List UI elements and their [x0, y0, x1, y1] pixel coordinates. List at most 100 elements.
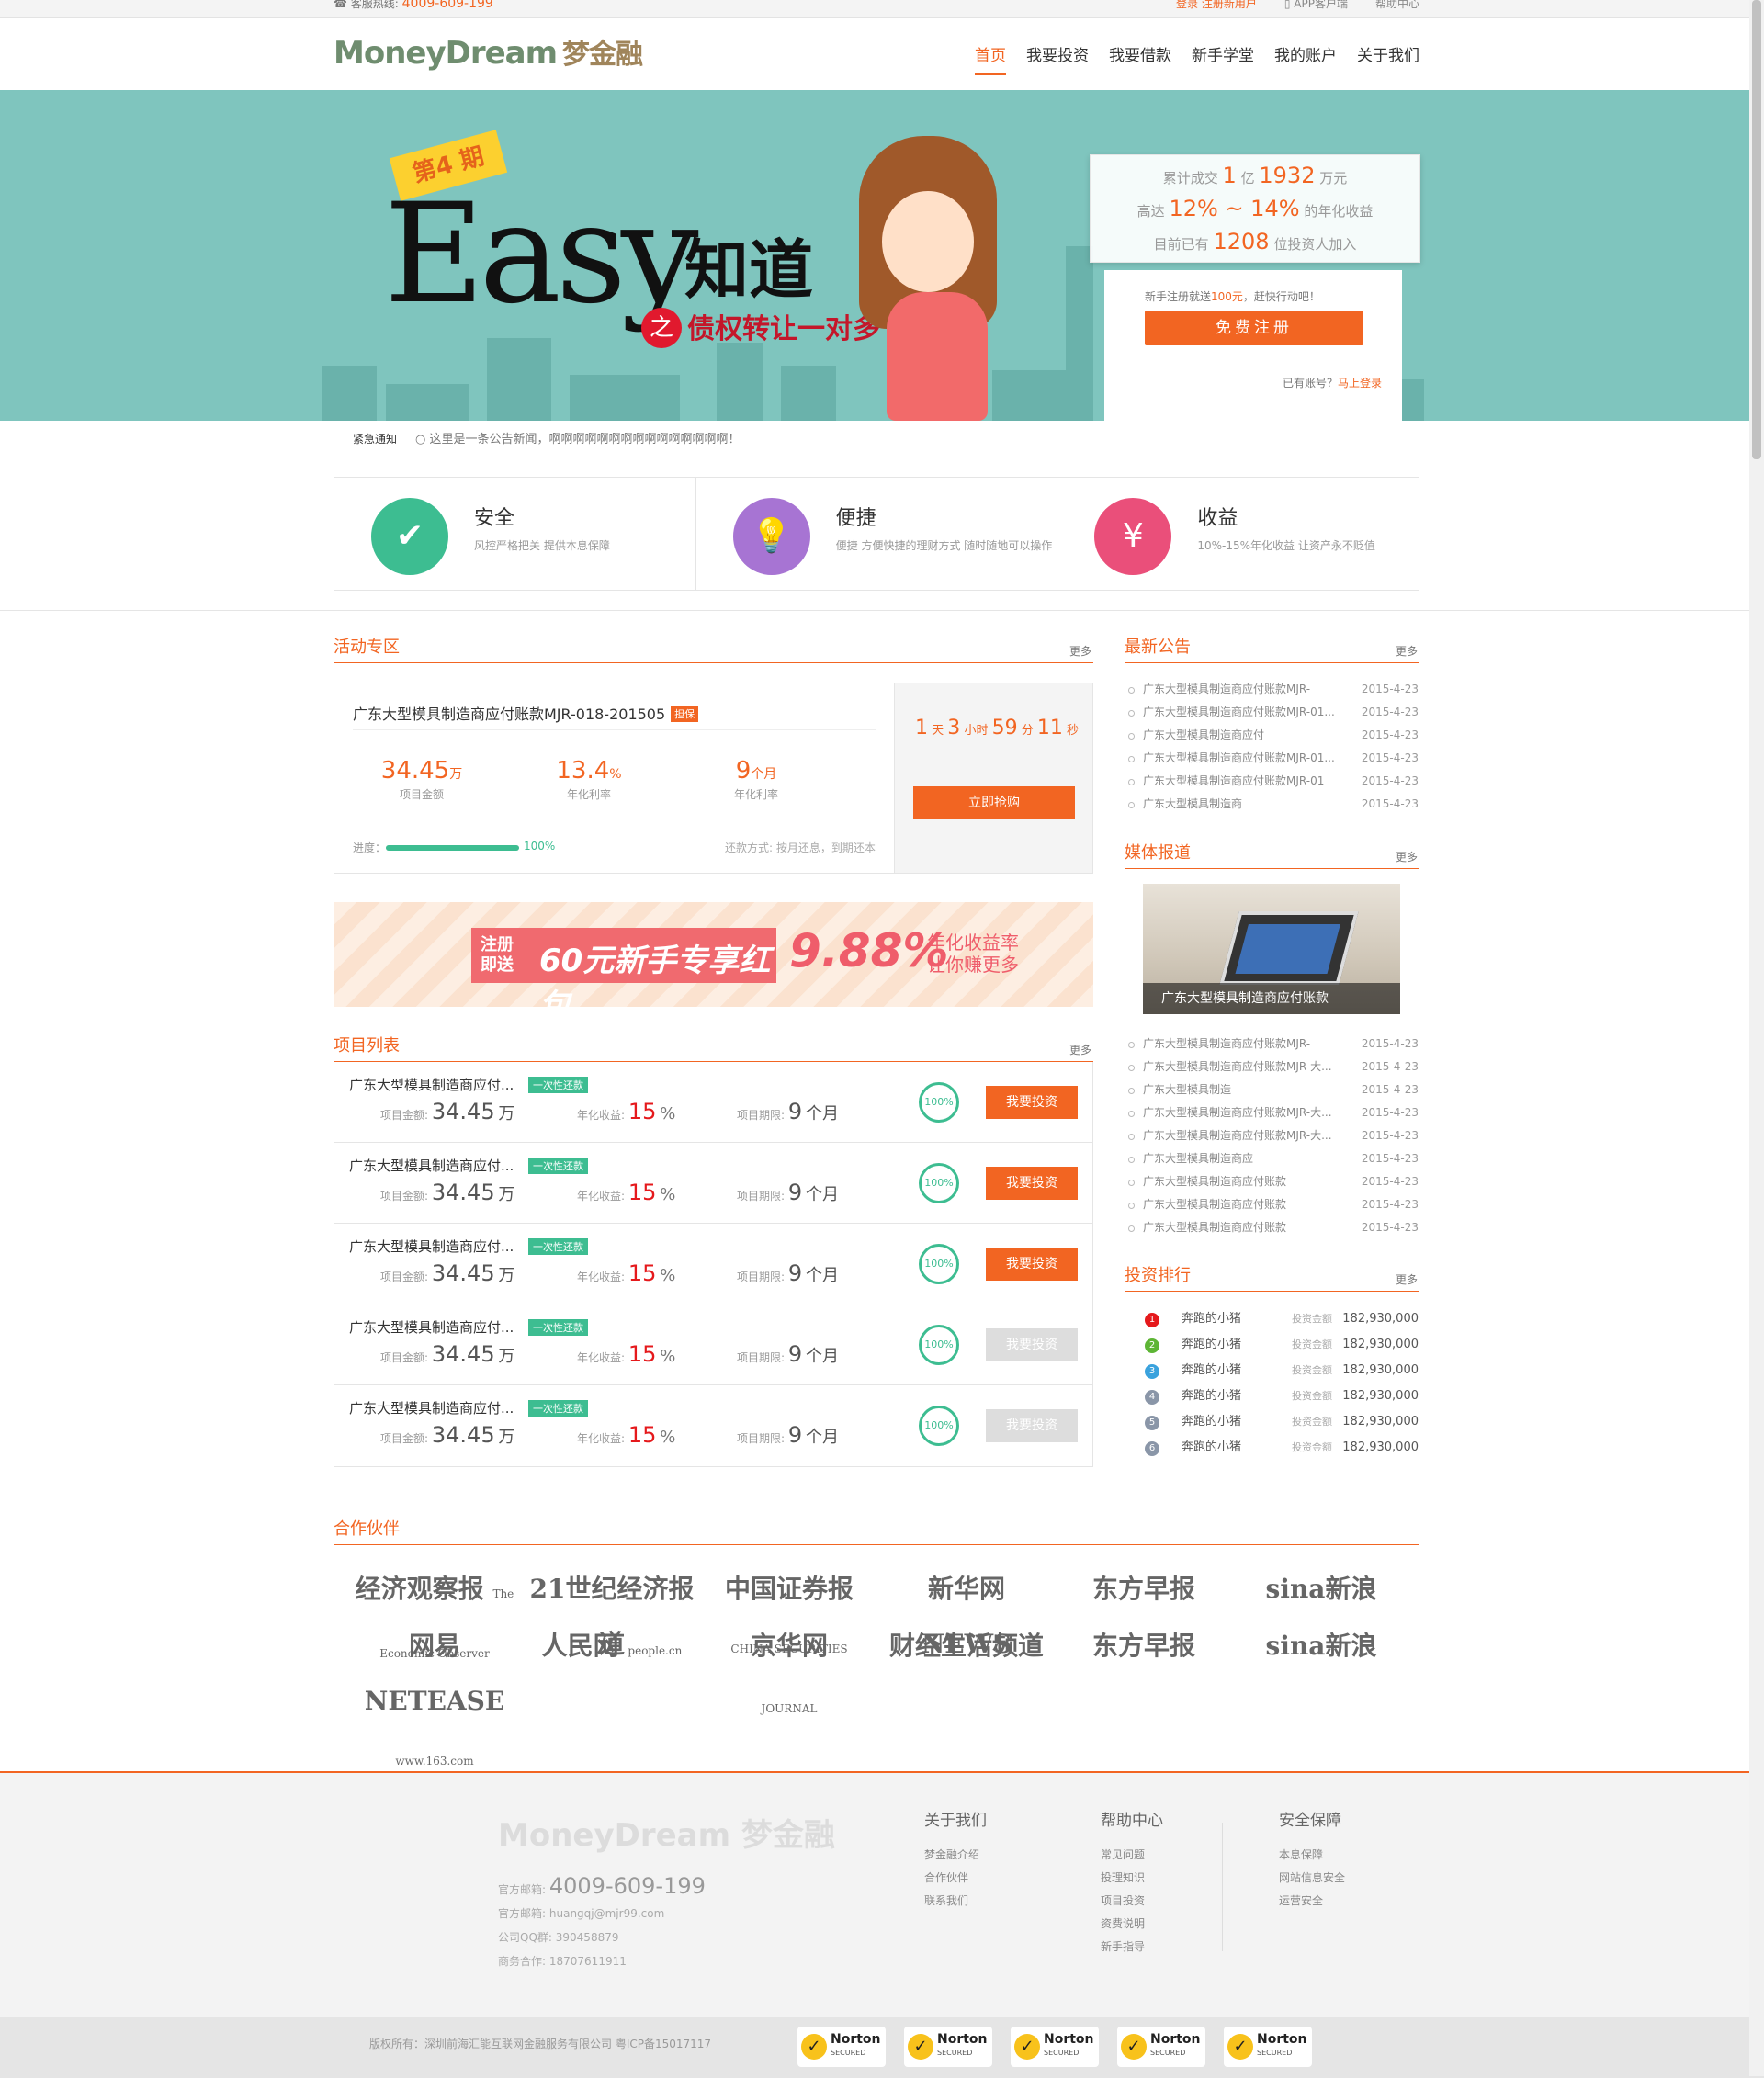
project-more-link[interactable]: 更多 — [1069, 1042, 1091, 1057]
login-link[interactable]: 登录 — [1176, 0, 1198, 10]
announcement-list: 广东大型模具制造商应付账款MJR- 2015-4-23 广东大型模具制造商应付账款M… — [1125, 678, 1419, 816]
news-item[interactable]: 广东大型模具制造商应付 2015-4-23 — [1125, 724, 1419, 747]
partner-logo[interactable]: 京华网 — [707, 1619, 872, 1674]
project-name[interactable]: 广东大型模具制造商应付... — [349, 1156, 514, 1175]
partner-logo[interactable]: 东方早报 — [1061, 1562, 1227, 1617]
partner-logo[interactable]: 财经生活频道 — [884, 1619, 1049, 1674]
footer-link[interactable]: 梦金融介绍 — [924, 1848, 979, 1861]
invest-button[interactable]: 我要投资 — [986, 1248, 1078, 1281]
partner-logo[interactable]: 21世纪经济报道 — [529, 1562, 695, 1659]
project-section-head: 项目列表 更多 — [334, 1033, 1093, 1062]
norton-secured-badge[interactable]: ✓ Norton SECURED — [904, 2027, 992, 2067]
progress-ring: 100% — [919, 1325, 959, 1365]
partner-logo[interactable]: 新华网 NEWS — [884, 1562, 1049, 1659]
footer-link[interactable]: 本息保障 — [1279, 1848, 1323, 1861]
banner-title-en: Easy — [384, 175, 699, 334]
ranking-more-link[interactable]: 更多 — [1396, 1271, 1418, 1287]
news-item[interactable]: 广东大型模具制造商应 2015-4-23 — [1125, 1147, 1419, 1170]
norton-secured-badge[interactable]: ✓ Norton SECURED — [797, 2027, 886, 2067]
project-name[interactable]: 广东大型模具制造商应付... — [349, 1317, 514, 1337]
logo[interactable]: MoneyDream 梦金融 — [334, 31, 643, 72]
activity-more-link[interactable]: 更多 — [1069, 643, 1091, 659]
news-item[interactable]: 广东大型模具制造商应付账款 2015-4-23 — [1125, 1216, 1419, 1239]
nav-home[interactable]: 首页 — [975, 42, 1006, 75]
media-more-link[interactable]: 更多 — [1396, 849, 1418, 864]
buy-now-button[interactable]: 立即抢购 — [913, 786, 1075, 819]
partner-logo[interactable]: 人民网 people.cn — [529, 1619, 695, 1674]
news-item[interactable]: 广东大型模具制造商应付账款MJR-01... 2015-4-23 — [1125, 701, 1419, 724]
login-now-link[interactable]: 马上登录 — [1338, 377, 1382, 390]
footer-link[interactable]: 资费说明 — [1101, 1917, 1145, 1930]
nav-borrow[interactable]: 我要借款 — [1109, 42, 1171, 75]
partners-section-head: 合作伙伴 — [334, 1516, 1419, 1545]
partner-logo[interactable]: 网易 NETEASE www.163.com — [352, 1619, 517, 1767]
partner-logo[interactable]: sina新浪 — [1238, 1562, 1404, 1617]
invest-button[interactable]: 我要投资 — [986, 1409, 1078, 1442]
news-item[interactable]: 广东大型模具制造商 2015-4-23 — [1125, 793, 1419, 816]
norton-secured-badge[interactable]: ✓ Norton SECURED — [1011, 2027, 1099, 2067]
nav-invest[interactable]: 我要投资 — [1026, 42, 1089, 75]
countdown-timer: 1 天 3 小时 59 分 11 秒 — [915, 717, 1080, 740]
urgent-notice: 紧急通知 ○ 这里是一条公告新闻，啊啊啊啊啊啊啊啊啊啊啊啊啊啊啊！ — [334, 421, 1419, 457]
footer-link[interactable]: 合作伙伴 — [924, 1871, 968, 1884]
media-feature-image[interactable]: 广东大型模具制造商应付账款 — [1143, 884, 1400, 1014]
scrollbar[interactable] — [1749, 0, 1764, 2076]
project-name[interactable]: 广东大型模具制造商应付... — [349, 1398, 514, 1417]
news-item[interactable]: 广东大型模具制造商应付账款MJR-01... 2015-4-23 — [1125, 747, 1419, 770]
invest-button[interactable]: 我要投资 — [986, 1086, 1078, 1119]
promo-banner[interactable]: 注册 即送 60元新手专享红包 9.88% 年化收益率 让你赚更多 — [334, 902, 1093, 1007]
news-item[interactable]: 广东大型模具制造商应付账款MJR-01 2015-4-23 — [1125, 770, 1419, 793]
footer-link[interactable]: 常见问题 — [1101, 1848, 1145, 1861]
news-item[interactable]: 广东大型模具制造商应付账款MJR-大... 2015-4-23 — [1125, 1056, 1419, 1079]
footer-link[interactable]: 项目投资 — [1101, 1894, 1145, 1907]
announcement-more-link[interactable]: 更多 — [1396, 643, 1418, 659]
activity-progress-bar — [386, 845, 519, 851]
ranking-section-head: 投资排行 更多 — [1125, 1262, 1419, 1292]
project-row: 广东大型模具制造商应付... 一次性还款 项目金额: 34.45 万 年化收益:… — [334, 1224, 1092, 1304]
nav-account[interactable]: 我的账户 — [1274, 42, 1337, 75]
nav-school[interactable]: 新手学堂 — [1192, 42, 1254, 75]
feature-security: ✔ 安全 风控严格把关 提供本息保障 — [334, 478, 696, 590]
project-name[interactable]: 广东大型模具制造商应付... — [349, 1075, 514, 1094]
notice-text[interactable]: ○ 这里是一条公告新闻，啊啊啊啊啊啊啊啊啊啊啊啊啊啊啊！ — [415, 433, 740, 446]
news-item[interactable]: 广东大型模具制造 2015-4-23 — [1125, 1079, 1419, 1101]
news-item[interactable]: 广东大型模具制造商应付账款MJR- 2015-4-23 — [1125, 678, 1419, 701]
news-item[interactable]: 广东大型模具制造商应付账款 2015-4-23 — [1125, 1193, 1419, 1216]
invest-button[interactable]: 我要投资 — [986, 1167, 1078, 1200]
guarantee-badge: 担保 — [671, 706, 699, 722]
norton-secured-badge[interactable]: ✓ Norton SECURED — [1117, 2027, 1205, 2067]
rank-row: 5 奔跑的小猪 投资金额 182,930,000 — [1125, 1409, 1419, 1435]
app-link[interactable]: ▯ APP客户端 — [1284, 0, 1348, 11]
ranking-list: 1 奔跑的小猪 投资金额 182,930,000 2 奔跑的小猪 投资金额 182… — [1125, 1306, 1419, 1461]
footer-link[interactable]: 运营安全 — [1279, 1894, 1323, 1907]
rank-badge: 2 — [1145, 1338, 1159, 1353]
news-item[interactable]: 广东大型模具制造商应付账款MJR-大... 2015-4-23 — [1125, 1124, 1419, 1147]
hotline: ☎ 客服热线: 4009-609-199 — [334, 0, 493, 11]
partner-logo[interactable]: 经济观察报 The Economic Observer — [352, 1562, 517, 1660]
help-link[interactable]: 帮助中心 — [1375, 0, 1419, 11]
activity-section-head: 活动专区 更多 — [334, 634, 1093, 663]
news-item[interactable]: 广东大型模具制造商应付账款 2015-4-23 — [1125, 1170, 1419, 1193]
news-item[interactable]: 广东大型模具制造商应付账款MJR-大... 2015-4-23 — [1125, 1101, 1419, 1124]
activity-name[interactable]: 广东大型模具制造商应付账款MJR-018-201505 — [353, 706, 665, 723]
partner-logo[interactable]: sina新浪 — [1238, 1619, 1404, 1674]
footer-link[interactable]: 投理知识 — [1101, 1871, 1145, 1884]
project-name[interactable]: 广东大型模具制造商应付... — [349, 1237, 514, 1256]
partner-logo[interactable]: 东方早报 — [1061, 1619, 1227, 1674]
hero-banner[interactable]: 第4 期 Easy 知道 之 债权转让一对多 累计成交 1 亿 1932 万元 … — [0, 90, 1749, 421]
norton-secured-badge[interactable]: ✓ Norton SECURED — [1224, 2027, 1312, 2067]
checkmark-icon: ✓ — [1014, 2034, 1040, 2060]
register-card: 新手注册就送100元，赶快行动吧！ 免费注册 已有账号？马上登录 — [1104, 270, 1402, 421]
footer-link[interactable]: 网站信息安全 — [1279, 1871, 1345, 1884]
top-bar: ☎ 客服热线: 4009-609-199 登录 注册新用户 ▯ APP客户端 帮… — [0, 0, 1764, 18]
partner-logo[interactable]: 中国证券报 CHINA SECURITIES JOURNAL — [707, 1562, 872, 1715]
footer-link[interactable]: 新手指导 — [1101, 1940, 1145, 1953]
footer-link[interactable]: 联系我们 — [924, 1894, 968, 1907]
nav-about[interactable]: 关于我们 — [1357, 42, 1419, 75]
invest-button[interactable]: 我要投资 — [986, 1328, 1078, 1361]
footer-col-help: 帮助中心 常见问题 投理知识 项目投资 资费说明 新手指导 — [1101, 1812, 1163, 1953]
news-item[interactable]: 广东大型模具制造商应付账款MJR- 2015-4-23 — [1125, 1033, 1419, 1056]
rank-badge: 5 — [1145, 1416, 1159, 1430]
register-link[interactable]: 注册新用户 — [1202, 0, 1257, 10]
free-register-button[interactable]: 免费注册 — [1145, 311, 1363, 345]
